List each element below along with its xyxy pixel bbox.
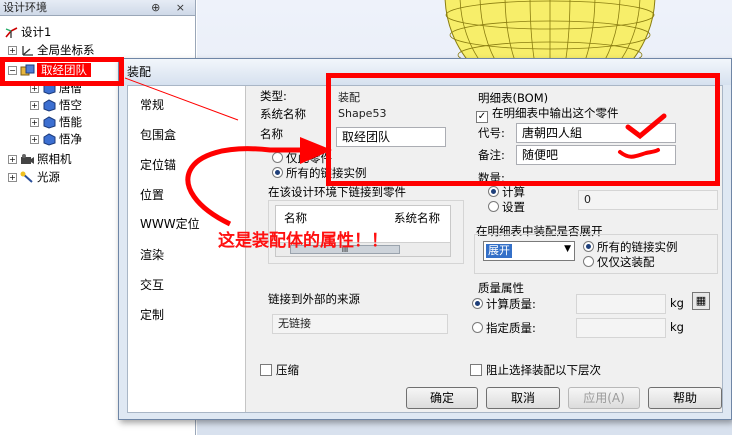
pointer-line: [124, 77, 239, 121]
annotation-overlay: [124, 77, 667, 227]
curved-arrow: [185, 146, 300, 227]
arrow-head: [300, 137, 332, 164]
check-mark-1: [625, 113, 667, 140]
annotation-text: 这是装配体的属性！！: [218, 231, 388, 251]
check-mark-2: [618, 148, 660, 159]
